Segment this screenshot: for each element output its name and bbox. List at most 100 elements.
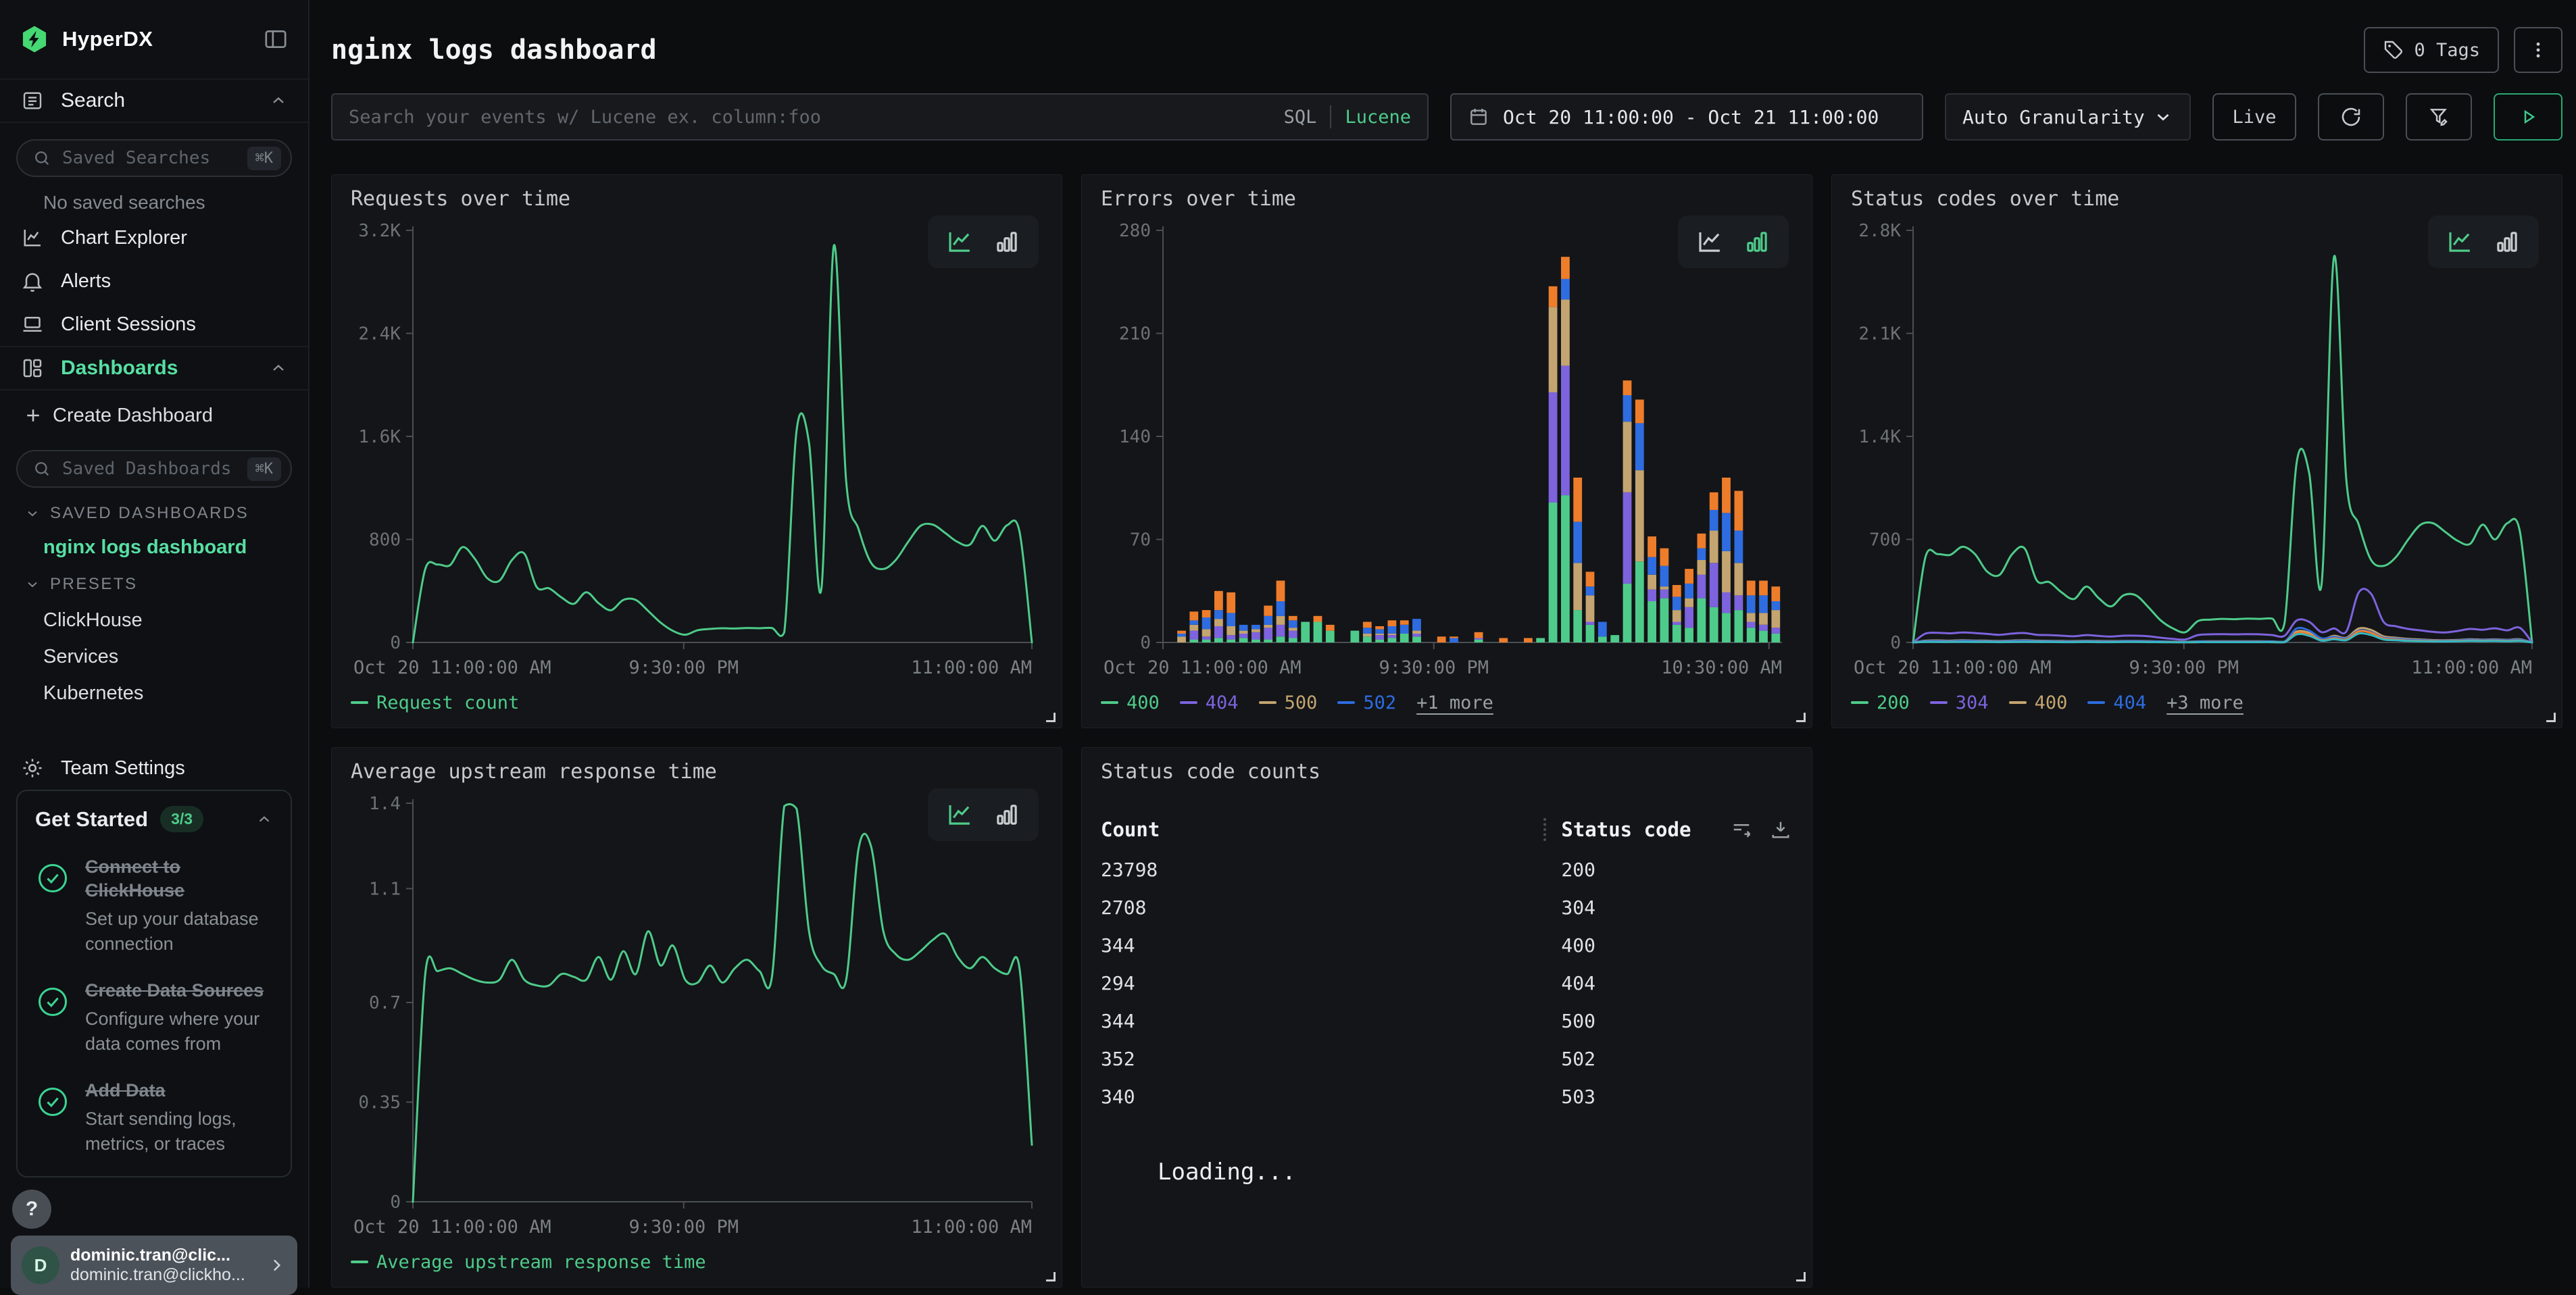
legend-item[interactable]: 404 — [1180, 692, 1239, 713]
get-started-title: Get Started — [35, 807, 148, 832]
sidebar-item-search[interactable]: Search — [0, 78, 308, 123]
check-circle-icon — [35, 861, 70, 896]
legend-item[interactable]: 404 — [2087, 692, 2146, 713]
chevron-up-icon[interactable] — [269, 359, 288, 378]
cell-count: 344 — [1101, 1010, 1543, 1032]
presets-section-header[interactable]: PRESETS — [24, 575, 308, 594]
cell-count: 23798 — [1101, 859, 1543, 881]
line-chart-icon[interactable] — [2446, 228, 2474, 256]
svg-text:1.1: 1.1 — [369, 879, 401, 899]
table-row[interactable]: 344400 — [1101, 926, 1793, 964]
table-row[interactable]: 294404 — [1101, 964, 1793, 1002]
live-button[interactable]: Live — [2212, 93, 2296, 141]
download-icon[interactable] — [1768, 817, 1793, 842]
help-button[interactable]: ? — [12, 1190, 51, 1229]
sidebar-item-chart-explorer[interactable]: Chart Explorer — [0, 216, 308, 259]
sidebar-collapse-icon[interactable] — [262, 26, 289, 53]
resize-handle[interactable] — [1046, 1272, 1056, 1281]
table-row[interactable]: 352502 — [1101, 1040, 1793, 1077]
legend-item[interactable]: 502 — [1337, 692, 1396, 713]
sidebar: HyperDX Search Saved Searches ⌘K No save… — [0, 0, 309, 1288]
panel-requests-over-time: Requests over time 08001.6K2.4K3.2KOct 2… — [331, 174, 1062, 728]
line-chart-icon[interactable] — [1695, 228, 1724, 256]
search-input[interactable] — [349, 107, 1270, 128]
more-menu-button[interactable] — [2514, 27, 2562, 73]
legend-item[interactable]: 400 — [1101, 692, 1160, 713]
sidebar-item-client-sessions[interactable]: Client Sessions — [0, 303, 308, 346]
chevron-down-icon — [24, 505, 41, 522]
sidebar-item-alerts[interactable]: Alerts — [0, 259, 308, 303]
sidebar-item-team-settings[interactable]: Team Settings — [0, 746, 308, 790]
line-chart-icon[interactable] — [945, 228, 974, 256]
sql-toggle[interactable]: SQL — [1284, 107, 1317, 128]
get-started-item[interactable]: Connect to ClickHouse Set up your databa… — [35, 855, 273, 956]
run-query-button[interactable] — [2494, 93, 2562, 141]
sidebar-item-nginx-logs-dashboard[interactable]: nginx logs dashboard — [43, 536, 308, 559]
dashboards-icon — [20, 356, 45, 380]
table-row[interactable]: 23798200 — [1101, 850, 1793, 888]
svg-text:Oct 20 11:00:00 AM: Oct 20 11:00:00 AM — [1104, 657, 1302, 678]
legend-item[interactable]: 500 — [1259, 692, 1318, 713]
resize-handle[interactable] — [1796, 713, 1806, 722]
sidebar-item-dashboards[interactable]: Dashboards — [0, 346, 308, 390]
legend-item[interactable]: 200 — [1851, 692, 1910, 713]
lucene-toggle[interactable]: Lucene — [1345, 107, 1411, 128]
get-started-header[interactable]: Get Started 3/3 — [35, 806, 273, 832]
avg-upstream-chart[interactable]: 00.350.71.11.4Oct 20 11:00:00 AM9:30:00 … — [351, 791, 1043, 1245]
wrap-lines-icon[interactable] — [1729, 817, 1754, 842]
saved-dashboards-input[interactable]: Saved Dashboards ⌘K — [16, 450, 292, 488]
no-saved-searches-text: No saved searches — [43, 192, 308, 213]
get-started-item[interactable]: Create Data Sources Configure where your… — [35, 979, 273, 1056]
user-card[interactable]: D dominic.tran@clic... dominic.tran@clic… — [11, 1236, 297, 1295]
bar-chart-icon[interactable] — [993, 801, 1021, 829]
legend-item[interactable]: 400 — [2009, 692, 2068, 713]
status-codes-chart[interactable]: 07001.4K2.1K2.8KOct 20 11:00:00 AM9:30:0… — [1851, 218, 2543, 686]
refresh-button[interactable] — [2318, 93, 2384, 141]
chevron-up-icon[interactable] — [255, 811, 273, 828]
resize-handle[interactable] — [1796, 1272, 1806, 1281]
line-chart-icon[interactable] — [945, 801, 974, 829]
dashboards-label: Dashboards — [61, 357, 178, 380]
resize-handle[interactable] — [1046, 713, 1056, 722]
bar-chart-icon[interactable] — [993, 228, 1021, 256]
tags-button[interactable]: 0 Tags — [2364, 27, 2499, 73]
panel-status-codes-over-time: Status codes over time 07001.4K2.1K2.8KO… — [1831, 174, 2562, 728]
legend-more-link[interactable]: +1 more — [1416, 692, 1493, 713]
create-dashboard-button[interactable]: Create Dashboard — [23, 397, 308, 434]
legend-item[interactable]: Request count — [351, 692, 519, 713]
panel-errors-over-time: Errors over time 070140210280Oct 20 11:0… — [1081, 174, 1812, 728]
get-started-card: Get Started 3/3 Connect to ClickHouse Se… — [16, 790, 292, 1177]
saved-dashboards-section-header[interactable]: SAVED DASHBOARDS — [24, 504, 308, 523]
date-range-value: Oct 20 11:00:00 - Oct 21 11:00:00 — [1503, 106, 1879, 128]
saved-searches-input[interactable]: Saved Searches ⌘K — [16, 139, 292, 177]
date-range-picker[interactable]: Oct 20 11:00:00 - Oct 21 11:00:00 — [1450, 93, 1923, 141]
filter-button[interactable] — [2406, 93, 2472, 141]
resize-handle[interactable] — [2546, 713, 2556, 722]
column-header-status-code[interactable]: Status code — [1543, 818, 1729, 842]
main-content: nginx logs dashboard 0 Tags SQL Lucene — [309, 0, 2576, 1288]
chart-view-toggle — [928, 215, 1039, 268]
legend-more-link[interactable]: +3 more — [2166, 692, 2244, 713]
svg-text:1.6K: 1.6K — [358, 427, 401, 447]
bar-chart-icon[interactable] — [2493, 228, 2521, 256]
nav-label: Client Sessions — [61, 313, 196, 336]
sidebar-item-kubernetes[interactable]: Kubernetes — [43, 675, 308, 711]
column-header-count[interactable]: Count — [1101, 818, 1543, 841]
requests-chart[interactable]: 08001.6K2.4K3.2KOct 20 11:00:00 AM9:30:0… — [351, 218, 1043, 686]
chevron-up-icon[interactable] — [269, 91, 288, 110]
table-row[interactable]: 340503 — [1101, 1077, 1793, 1115]
legend-item[interactable]: Average upstream response time — [351, 1252, 706, 1273]
table-row[interactable]: 2708304 — [1101, 888, 1793, 926]
nav-label: Chart Explorer — [61, 227, 187, 249]
get-started-item[interactable]: Add Data Start sending logs, metrics, or… — [35, 1079, 273, 1156]
table-row[interactable]: 344500 — [1101, 1002, 1793, 1040]
search-section-icon — [20, 88, 45, 113]
svg-text:Oct 20 11:00:00 AM: Oct 20 11:00:00 AM — [353, 657, 551, 678]
sidebar-item-clickhouse[interactable]: ClickHouse — [43, 602, 308, 638]
legend-item[interactable]: 304 — [1930, 692, 1989, 713]
granularity-select[interactable]: Auto Granularity — [1945, 93, 2191, 141]
errors-chart[interactable]: 070140210280Oct 20 11:00:00 AM9:30:00 PM… — [1101, 218, 1793, 686]
bar-chart-icon[interactable] — [1743, 228, 1771, 256]
sidebar-item-services[interactable]: Services — [43, 638, 308, 675]
chart-explorer-icon — [20, 226, 45, 250]
